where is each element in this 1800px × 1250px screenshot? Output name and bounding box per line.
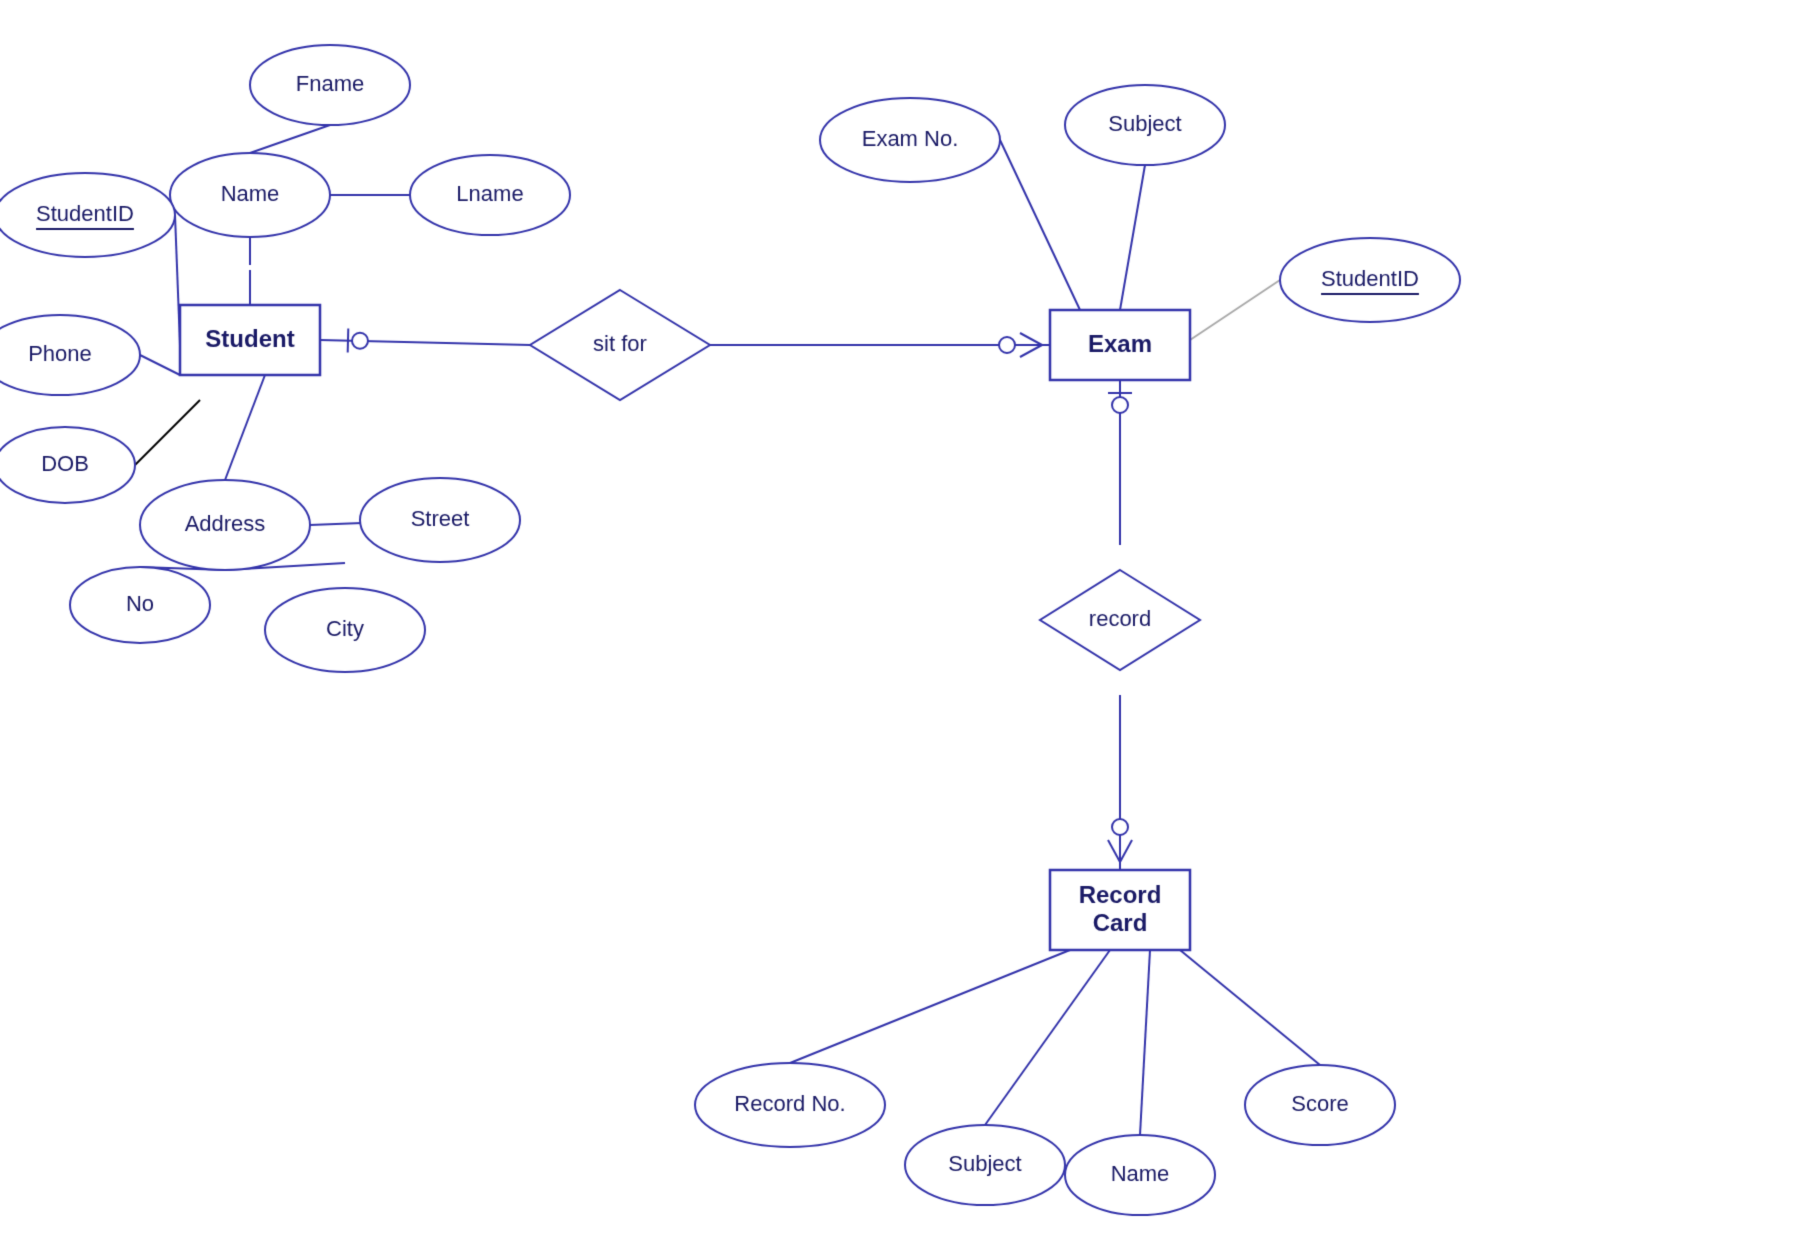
er-diagram <box>0 0 1800 1250</box>
